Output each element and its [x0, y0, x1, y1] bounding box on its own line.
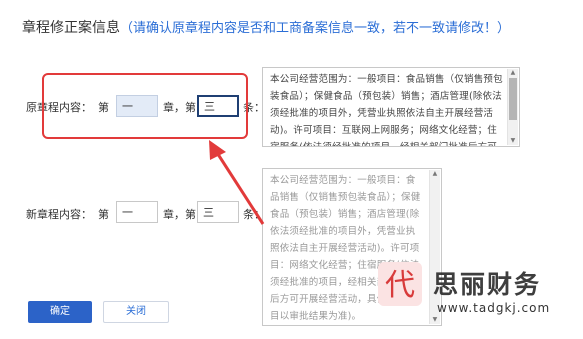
watermark-logo-char: 代 — [385, 268, 415, 303]
watermark-url: www.tadgkj.com — [437, 301, 551, 315]
confirm-button[interactable]: 确定 — [28, 301, 92, 323]
watermark-logo: 代 — [378, 262, 422, 306]
close-button[interactable]: 关闭 — [103, 301, 169, 323]
watermark-logo-icon: 代 — [385, 268, 415, 303]
watermark-brand: 思丽财务 — [433, 270, 542, 299]
